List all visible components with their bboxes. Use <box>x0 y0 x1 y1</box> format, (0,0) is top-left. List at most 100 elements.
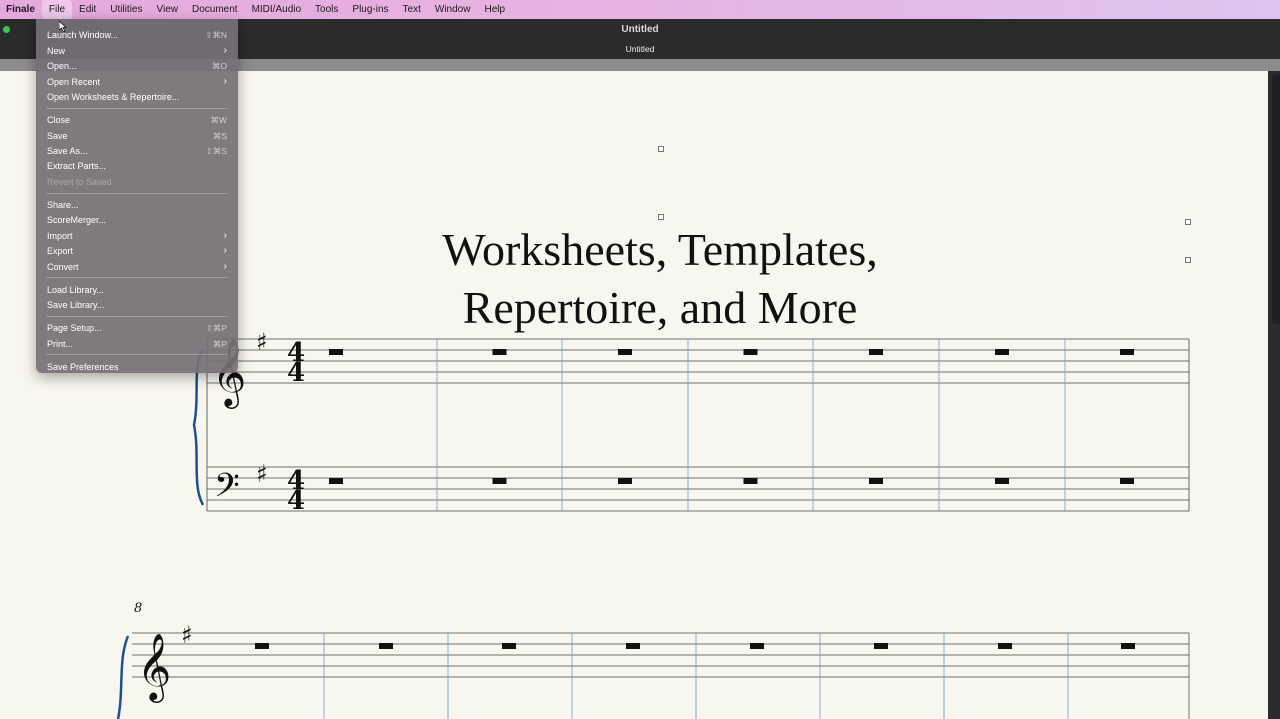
menu-view[interactable]: View <box>150 0 186 19</box>
whole-rest <box>492 478 507 484</box>
menu-item-label: Load Library... <box>47 285 104 295</box>
menu-item-shortcut: ⌘O <box>211 61 227 71</box>
menu-item-new[interactable]: New › <box>36 44 238 59</box>
menu-item-label: Page Setup... <box>47 323 102 333</box>
time-signature-bottom: 4 <box>287 486 305 516</box>
whole-rest <box>618 478 632 484</box>
time-signature-bottom: 4 <box>287 358 305 388</box>
menu-item-label: New <box>47 46 66 56</box>
menu-item-save-preferences[interactable]: Save Preferences <box>36 360 238 375</box>
menu-item-label: Import <box>47 231 73 241</box>
whole-rest <box>998 643 1012 649</box>
menu-utilities[interactable]: Utilities <box>103 0 149 19</box>
menu-item-print[interactable]: Print... ⌘P <box>36 337 238 352</box>
menu-item-convert[interactable]: Convert › <box>36 260 238 275</box>
menu-item-save[interactable]: Save ⌘S <box>36 129 238 144</box>
menu-item-page-setup[interactable]: Page Setup... ⇧⌘P <box>36 321 238 336</box>
whole-rest <box>255 643 269 649</box>
menu-item-shortcut: ⌘W <box>210 115 227 125</box>
whole-rest <box>1121 643 1135 649</box>
whole-rest <box>618 349 632 355</box>
menu-document[interactable]: Document <box>185 0 245 19</box>
whole-rest <box>329 478 343 484</box>
menu-item-label: Save Preferences <box>47 362 119 372</box>
system-2: 𝄞 ♯ 8 <box>116 601 1190 719</box>
whole-rest <box>869 349 883 355</box>
menu-item-open-recent[interactable]: Open Recent › <box>36 75 238 90</box>
menu-item-save-library[interactable]: Save Library... <box>36 298 238 313</box>
menu-item-label: Close <box>47 115 71 125</box>
menu-item-shortcut: ⇧⌘N <box>205 30 227 40</box>
mouse-cursor-icon <box>59 21 67 32</box>
menu-item-extract-parts[interactable]: Extract Parts... <box>36 159 238 174</box>
menu-item-label: Save <box>47 131 68 141</box>
menu-item-label: Open Recent <box>47 77 101 87</box>
chevron-right-icon: › <box>223 261 227 272</box>
menu-window[interactable]: Window <box>428 0 478 19</box>
menu-item-save-as[interactable]: Save As... ⇧⌘S <box>36 144 238 159</box>
menu-item-load-library[interactable]: Load Library... <box>36 283 238 298</box>
menu-item-revert-to-saved: Revert to Saved <box>36 175 238 190</box>
whole-rest <box>869 478 883 484</box>
menu-item-shortcut: ⌘P <box>212 339 227 349</box>
menu-text[interactable]: Text <box>396 0 428 19</box>
menu-divider <box>46 108 228 109</box>
chevron-right-icon: › <box>223 76 227 87</box>
menu-item-open[interactable]: Open... ⌘O <box>36 59 238 74</box>
system-1: 𝄞𝄢♯♯4444 <box>192 328 1190 516</box>
menu-finale[interactable]: Finale <box>0 0 42 19</box>
menu-item-label: Convert <box>47 262 79 272</box>
menu-item-shortcut: ⇧⌘P <box>205 323 227 333</box>
menu-item-shortcut: ⌘S <box>212 131 227 141</box>
menu-item-import[interactable]: Import › <box>36 229 238 244</box>
whole-rest <box>995 478 1009 484</box>
menu-item-scoremerger[interactable]: ScoreMerger... <box>36 213 238 228</box>
whole-rest <box>1120 478 1134 484</box>
menu-item-open-worksheets-repertoire[interactable]: Open Worksheets & Repertoire... <box>36 90 238 105</box>
whole-rest <box>1120 349 1134 355</box>
menu-item-label: Revert to Saved <box>47 177 112 187</box>
whole-rest <box>743 349 758 355</box>
menu-tools[interactable]: Tools <box>308 0 345 19</box>
menu-midi-audio[interactable]: MIDI/Audio <box>245 0 308 19</box>
menu-help[interactable]: Help <box>477 0 512 19</box>
menu-item-label: Export <box>47 246 74 256</box>
menu-divider <box>46 277 228 278</box>
menu-item-export[interactable]: Export › <box>36 244 238 259</box>
menu-file[interactable]: File <box>41 0 73 19</box>
menu-item-label: ScoreMerger... <box>47 215 107 225</box>
right-palette-strip <box>1268 71 1280 719</box>
file-menu-dropdown: Launch Window... ⇧⌘N New › Open... ⌘O Open Rec… <box>36 19 238 373</box>
menu-divider <box>46 316 228 317</box>
whole-rest <box>874 643 888 649</box>
chevron-right-icon: › <box>223 245 227 256</box>
menu-divider <box>46 354 228 355</box>
whole-rest <box>995 349 1009 355</box>
whole-rest <box>329 349 343 355</box>
menu-item-label: Open... <box>47 61 77 71</box>
menu-divider <box>46 193 228 194</box>
menu-item-label: Open Worksheets & Repertoire... <box>47 92 180 102</box>
menu-edit[interactable]: Edit <box>72 0 103 19</box>
menu-item-label: Launch Window... <box>47 30 119 40</box>
menu-item-label: Save As... <box>47 146 88 156</box>
sharp-key-signature-icon: ♯ <box>181 621 193 649</box>
chevron-right-icon: › <box>223 45 227 56</box>
whole-rest <box>492 349 507 355</box>
sharp-key-signature-icon: ♯ <box>256 460 268 488</box>
whole-rest <box>502 643 516 649</box>
menu-plug-ins[interactable]: Plug-ins <box>345 0 395 19</box>
sharp-key-signature-icon: ♯ <box>256 328 268 356</box>
menu-item-close[interactable]: Close ⌘W <box>36 113 238 128</box>
bass-clef-icon: 𝄢 <box>214 467 240 513</box>
menu-item-label: Print... <box>47 339 74 349</box>
whole-rest <box>626 643 640 649</box>
brace <box>116 635 130 719</box>
whole-rest <box>750 643 764 649</box>
palette-tab[interactable] <box>1272 74 1280 324</box>
menu-item-share[interactable]: Share... <box>36 198 238 213</box>
measure-number: 8 <box>134 601 142 616</box>
whole-rest <box>379 643 393 649</box>
menu-item-label: Save Library... <box>47 300 105 310</box>
treble-clef-icon: 𝄞 <box>137 632 171 703</box>
